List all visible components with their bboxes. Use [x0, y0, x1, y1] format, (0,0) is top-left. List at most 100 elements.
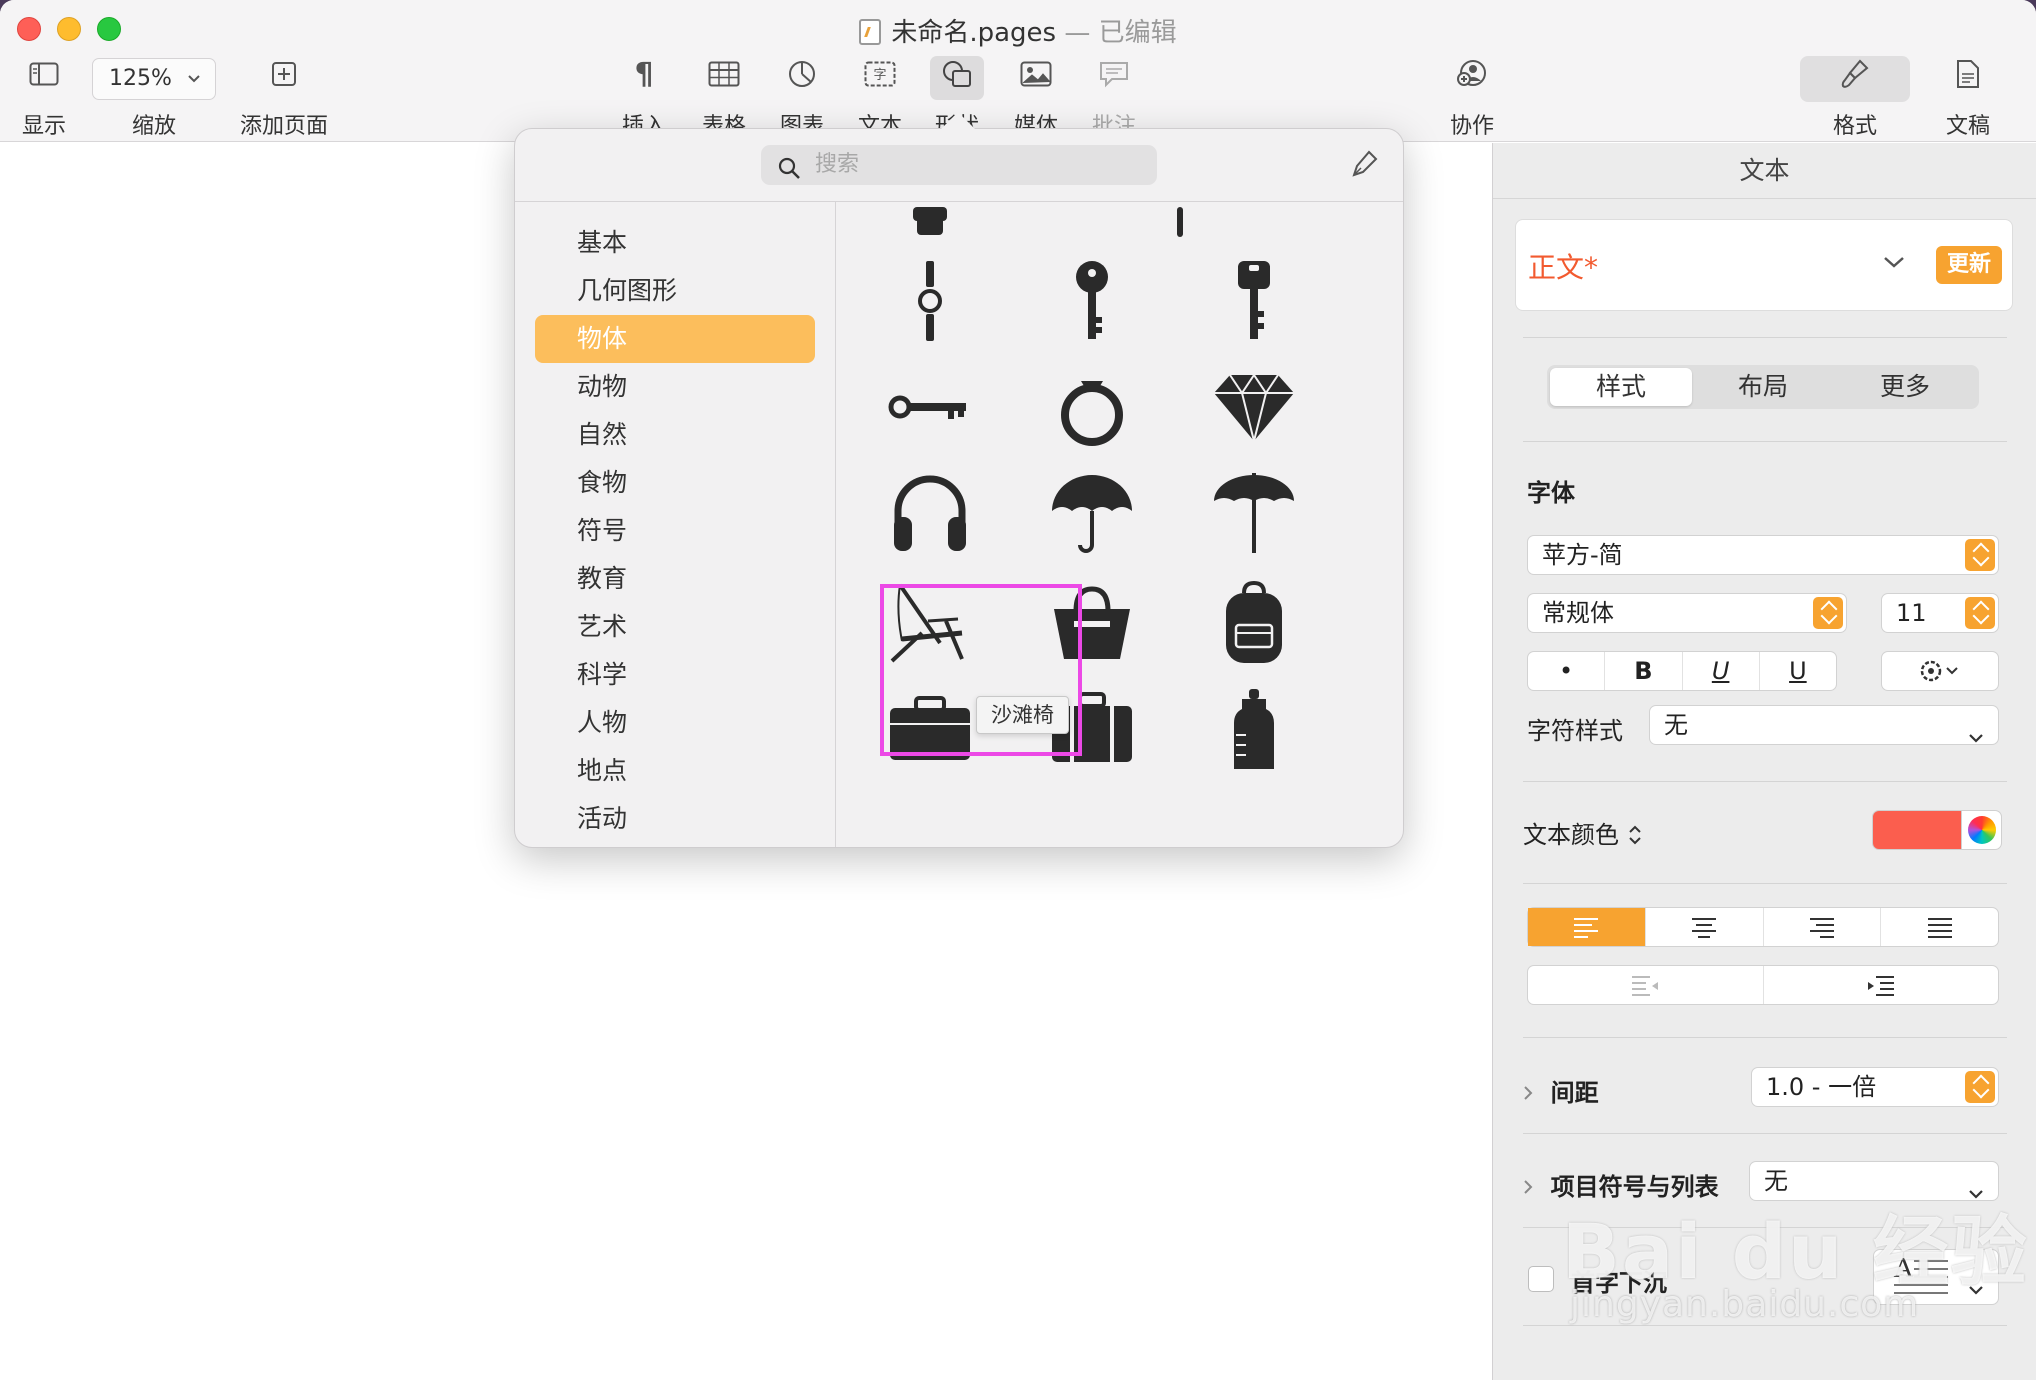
chart-button[interactable]: 图表 — [780, 56, 824, 139]
chevron-down-icon[interactable] — [1882, 252, 1906, 276]
spacing-select[interactable]: 1.0 - 一倍 — [1751, 1067, 1999, 1107]
format-button[interactable]: 格式 — [1833, 56, 1877, 139]
partial-shape-icon[interactable] — [1032, 800, 1152, 847]
car-key-icon[interactable] — [1194, 246, 1314, 356]
insert-button[interactable]: ¶ 插入 — [622, 56, 666, 140]
divider — [1523, 1133, 2007, 1134]
font-weight-select[interactable]: 常规体 — [1527, 593, 1847, 633]
draw-shape-pen-icon[interactable] — [1349, 149, 1379, 183]
comment-icon — [1094, 56, 1134, 92]
category-geometry[interactable]: 几何图形 — [535, 267, 815, 315]
advanced-text-options[interactable] — [1881, 651, 1999, 691]
add-page-button[interactable]: 添加页面 — [240, 56, 328, 139]
category-symbols[interactable]: 符号 — [535, 507, 815, 555]
diamond-icon[interactable] — [1194, 352, 1314, 462]
tab-more[interactable]: 更多 — [1834, 368, 1976, 406]
shape-search-input[interactable]: 搜索 — [761, 145, 1157, 185]
pilcrow-icon: ¶ — [634, 56, 654, 92]
backpack-icon[interactable] — [1194, 568, 1314, 678]
photo-icon — [1016, 56, 1056, 92]
category-food[interactable]: 食物 — [535, 459, 815, 507]
drop-cap-checkbox[interactable] — [1528, 1266, 1554, 1292]
category-places[interactable]: 地点 — [535, 747, 815, 795]
text-color-swatch[interactable] — [1872, 810, 1962, 850]
font-section-label: 字体 — [1527, 479, 1575, 507]
comment-button[interactable]: 批注 — [1092, 56, 1136, 139]
bold-button[interactable]: B — [1605, 652, 1683, 690]
paintbrush-icon — [1835, 56, 1875, 92]
tab-layout[interactable]: 布局 — [1692, 368, 1834, 406]
gear-icon — [1882, 652, 1998, 690]
chevron-down-icon — [187, 59, 201, 113]
svg-text:字: 字 — [873, 68, 886, 83]
view-label: 显示 — [21, 114, 67, 139]
edited-status: 已编辑 — [1098, 18, 1177, 48]
document-name: 未命名.pages — [891, 18, 1057, 48]
spacing-value: 1.0 - 一倍 — [1766, 1073, 1877, 1101]
category-people[interactable]: 人物 — [535, 699, 815, 747]
toolbar: 未命名.pages — 已编辑 显示 125% 缩放 添加页面 ¶ 插入 表格 … — [0, 0, 2036, 142]
category-objects[interactable]: 物体 — [535, 315, 815, 363]
key-icon[interactable] — [1032, 246, 1152, 356]
align-right-button[interactable] — [1764, 908, 1882, 946]
font-size-stepper-icon[interactable] — [1965, 597, 1995, 629]
stepper-icon — [1813, 597, 1843, 629]
category-science[interactable]: 科学 — [535, 651, 815, 699]
add-page-label: 添加页面 — [239, 114, 329, 139]
indent-buttons — [1527, 965, 1999, 1005]
align-center-button[interactable] — [1646, 908, 1764, 946]
watch-icon[interactable] — [870, 246, 990, 356]
pages-document-icon — [859, 19, 882, 45]
headphones-icon[interactable] — [870, 458, 990, 568]
ring-icon[interactable] — [1032, 352, 1152, 462]
popover-arrow — [940, 112, 976, 130]
italic-button[interactable]: U — [1683, 652, 1760, 690]
baidu-watermark-url: jingyan.baidu.com — [1570, 1284, 1920, 1325]
update-style-button[interactable]: 更新 — [1936, 246, 2002, 284]
decrease-indent-button[interactable] — [1528, 966, 1764, 1004]
collaborate-button[interactable]: 协作 — [1450, 56, 1494, 139]
stepper-icon — [1965, 1071, 1995, 1103]
font-size-value: 11 — [1896, 599, 1927, 627]
category-basic[interactable]: 基本 — [535, 219, 815, 267]
beach-umbrella-icon[interactable] — [1194, 458, 1314, 568]
bullet-style-button[interactable]: • — [1528, 652, 1606, 690]
bottle-icon[interactable] — [1194, 674, 1314, 784]
align-left-button[interactable] — [1528, 908, 1646, 946]
category-education[interactable]: 教育 — [535, 555, 815, 603]
color-picker-button[interactable] — [1962, 810, 2002, 850]
document-button[interactable]: 文稿 — [1946, 56, 1990, 139]
umbrella-icon[interactable] — [1032, 458, 1152, 568]
view-button[interactable]: 显示 — [22, 56, 66, 139]
stepper-icon — [1965, 539, 1995, 571]
text-box-icon: 字 — [860, 56, 900, 92]
font-size-field[interactable]: 11 — [1881, 593, 1999, 633]
media-button[interactable]: 媒体 — [1014, 56, 1058, 139]
partial-shape-icon[interactable] — [1194, 800, 1314, 847]
updown-chevron-icon — [1627, 821, 1643, 849]
paragraph-style-card[interactable]: 正文* 更新 — [1515, 219, 2013, 311]
zoom-label: 缩放 — [131, 114, 177, 139]
disclosure-chevron-icon — [1521, 1079, 1535, 1107]
search-icon — [777, 154, 801, 194]
category-nature[interactable]: 自然 — [535, 411, 815, 459]
collaborate-label: 协作 — [1449, 114, 1495, 139]
justify-button[interactable] — [1881, 908, 1998, 946]
increase-indent-button[interactable] — [1764, 966, 1999, 1004]
font-family-select[interactable]: 苹方-简 — [1527, 535, 1999, 575]
spacing-label: 间距 — [1550, 1079, 1599, 1107]
category-animals[interactable]: 动物 — [535, 363, 815, 411]
font-weight-value: 常规体 — [1542, 599, 1614, 627]
shape-button[interactable]: 形状 — [935, 56, 979, 139]
table-button[interactable]: 表格 — [702, 56, 746, 139]
text-box-button[interactable]: 字 文本 — [858, 56, 902, 139]
partial-shape-icon[interactable] — [870, 800, 990, 847]
char-style-select[interactable]: 无 — [1649, 705, 1999, 745]
tab-style[interactable]: 样式 — [1550, 368, 1692, 406]
underline-button[interactable]: U — [1760, 652, 1836, 690]
spacing-disclosure[interactable]: 间距 — [1521, 1073, 1599, 1108]
old-key-icon[interactable] — [870, 352, 990, 462]
category-activities[interactable]: 活动 — [535, 795, 815, 843]
text-color-label[interactable]: 文本颜色 — [1523, 815, 1643, 850]
category-art[interactable]: 艺术 — [535, 603, 815, 651]
